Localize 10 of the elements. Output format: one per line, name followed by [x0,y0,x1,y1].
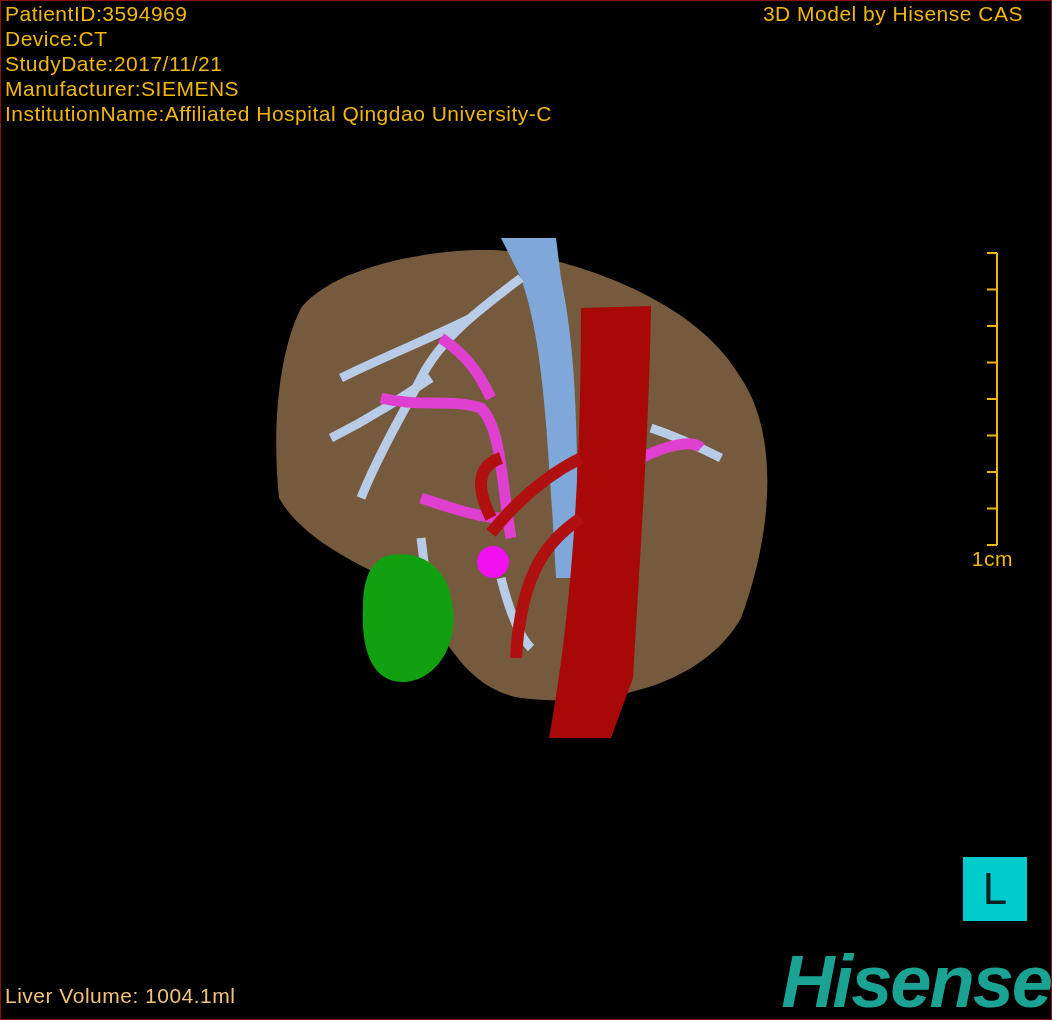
orientation-marker: L [963,857,1027,921]
scale-label: 1cm [971,546,1013,571]
liver-volume-text: Liver Volume: 1004.1ml [5,982,236,1009]
info-text: Device:CT [5,26,108,51]
info-text: Manufacturer:SIEMENS [5,76,240,101]
logo-text: Hisense [781,945,1051,1019]
credit-text: 3D Model by Hisense CAS [762,1,1023,27]
info-text: PatientID:3594969 [5,1,188,26]
info-text: StudyDate:2017/11/21 [5,51,223,76]
info-text: InstitutionName:Affiliated Hospital Qingdao University-C [5,101,552,126]
